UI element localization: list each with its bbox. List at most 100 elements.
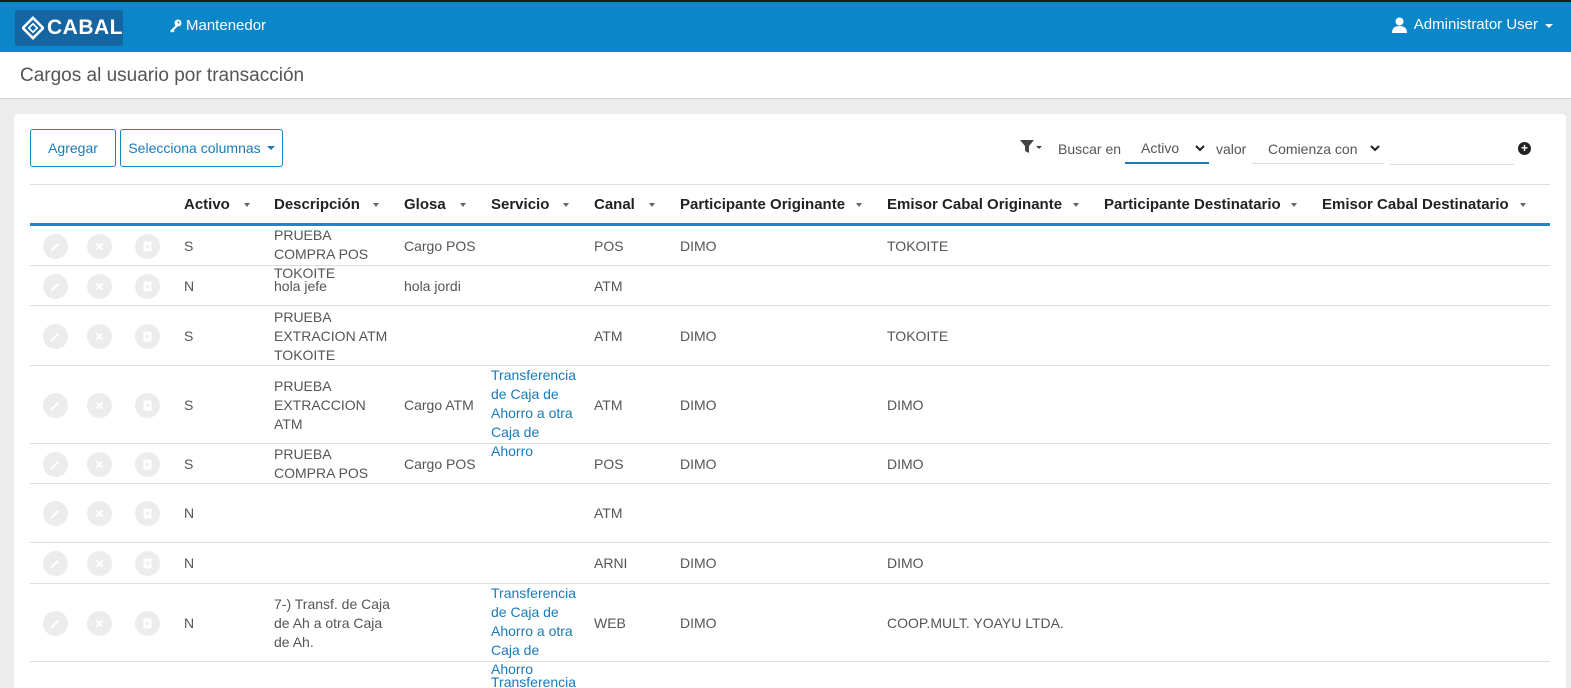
delete-icon[interactable] [87, 393, 112, 418]
edit-icon[interactable] [43, 551, 68, 576]
edit-icon[interactable] [43, 234, 68, 259]
edit-icon[interactable] [43, 611, 68, 636]
search-in-label: Buscar en [1058, 141, 1122, 157]
cell-servicio[interactable]: Transferencia de Caja de Ah [491, 673, 583, 688]
cell-descripcion: PRUEBA EXTRACION ATM TOKOITE [274, 309, 388, 363]
brand-logo[interactable]: CABAL [15, 10, 123, 46]
cell-emisor-orig: TOKOITE [887, 328, 949, 344]
sort-caret-icon[interactable] [1291, 203, 1297, 207]
cell-canal: ATM [594, 278, 623, 294]
match-mode-select[interactable]: Comienza con [1252, 134, 1384, 164]
cell-emisor-orig: TOKOITE [887, 238, 949, 254]
sort-caret-icon[interactable] [649, 203, 655, 207]
cell-part-orig: DIMO [680, 238, 717, 254]
sort-caret-icon[interactable] [244, 203, 250, 207]
add-button[interactable]: Agregar [30, 129, 116, 167]
data-table: Activo Descripción Glosa Servicio Canal Parti… [30, 184, 1550, 688]
edit-icon[interactable] [43, 393, 68, 418]
cell-activo: N [184, 278, 195, 294]
copy-icon[interactable] [135, 551, 160, 576]
table-row[interactable]: Transferencia de Caja de Ah [30, 662, 1550, 688]
cell-activo: N [184, 505, 195, 521]
nav-menu-mantenedor[interactable]: Mantenedor [168, 17, 266, 34]
sort-caret-icon[interactable] [1520, 203, 1526, 207]
edit-icon[interactable] [43, 452, 68, 477]
user-menu[interactable]: Administrator User [1391, 16, 1553, 33]
delete-icon[interactable] [87, 452, 112, 477]
cell-canal: ATM [594, 328, 623, 344]
delete-icon[interactable] [87, 234, 112, 259]
search-field-select[interactable]: Activo [1125, 134, 1209, 164]
sort-caret-icon[interactable] [856, 203, 862, 207]
cell-part-orig: DIMO [680, 456, 717, 472]
copy-icon[interactable] [135, 274, 160, 299]
sort-caret-icon[interactable] [373, 203, 379, 207]
column-header-canal[interactable]: Canal [594, 196, 635, 213]
cell-emisor-orig: DIMO [887, 397, 924, 413]
cell-canal: ATM [594, 505, 623, 521]
filter-icon[interactable] [1020, 140, 1044, 154]
table-body: S PRUEBA COMPRA POS TOKOITE Cargo POS POS DI… [30, 226, 1550, 688]
edit-icon[interactable] [43, 324, 68, 349]
delete-icon[interactable] [87, 551, 112, 576]
cell-descripcion: hola jefe [274, 278, 327, 294]
cell-part-orig: DIMO [680, 555, 717, 571]
add-filter-icon[interactable]: + [1518, 142, 1531, 155]
table-row[interactable]: S PRUEBA COMPRA POS TOKOITE Cargo POS POS DI… [30, 226, 1550, 281]
key-icon [170, 19, 182, 33]
column-header-participante-destinatario[interactable]: Participante Destinatario [1104, 196, 1281, 213]
cell-descripcion: PRUEBA COMPRA POS [274, 446, 369, 481]
table-row[interactable]: S PRUEBA EXTRACCION ATM Cargo ATM Transfere… [30, 366, 1550, 459]
user-icon [1391, 17, 1407, 33]
table-row[interactable]: N ATM [30, 484, 1550, 543]
content-panel: Agregar Selecciona columnas Buscar en Ac… [14, 114, 1566, 688]
table-row[interactable]: S PRUEBA EXTRACION ATM TOKOITE ATM DIMO TOKO… [30, 306, 1550, 366]
edit-icon[interactable] [43, 501, 68, 526]
delete-icon[interactable] [87, 274, 112, 299]
select-columns-button[interactable]: Selecciona columnas [120, 129, 283, 167]
copy-icon[interactable] [135, 324, 160, 349]
copy-icon[interactable] [135, 393, 160, 418]
column-header-descripcion[interactable]: Descripción [274, 196, 360, 213]
column-header-emisor-cabal-originante[interactable]: Emisor Cabal Originante [887, 196, 1062, 213]
table-row[interactable]: Nhola jefe hola jordi ATM [30, 266, 1550, 306]
search-value-input[interactable] [1390, 135, 1514, 165]
cell-activo: S [184, 328, 194, 344]
cell-part-orig: DIMO [680, 615, 717, 631]
page-title: Cargos al usuario por transacción [20, 65, 305, 86]
cell-glosa: hola jordi [404, 278, 461, 294]
cell-canal: WEB [594, 615, 626, 631]
cell-emisor-orig: COOP.MULT. YOAYU LTDA. [887, 615, 1064, 631]
nav-menu-label: Mantenedor [186, 17, 267, 34]
table-row[interactable]: S PRUEBA COMPRA POS Cargo POS POS DIMO DIMO [30, 444, 1550, 484]
search-field-value: Activo [1141, 140, 1180, 156]
sort-caret-icon[interactable] [1073, 203, 1079, 207]
delete-icon[interactable] [87, 611, 112, 636]
table-row[interactable]: N ARNI DIMO DIMO [30, 543, 1550, 584]
table-row[interactable]: N 7-) Transf. de Caja de Ah a otra Caja d… [30, 584, 1550, 677]
cell-descripcion: PRUEBA EXTRACCION ATM [274, 378, 366, 432]
cell-glosa: Cargo ATM [404, 397, 474, 413]
column-header-glosa[interactable]: Glosa [404, 196, 446, 213]
column-header-activo[interactable]: Activo [184, 196, 230, 213]
copy-icon[interactable] [135, 501, 160, 526]
cell-emisor-orig: DIMO [887, 456, 924, 472]
column-header-participante-originante[interactable]: Participante Originante [680, 196, 845, 213]
copy-icon[interactable] [135, 452, 160, 477]
cell-part-orig: DIMO [680, 328, 717, 344]
navbar: CABAL Mantenedor Administrator User [0, 0, 1571, 52]
chevron-down-icon [266, 146, 275, 150]
add-button-label: Agregar [48, 140, 98, 156]
delete-icon[interactable] [87, 324, 112, 349]
cell-activo: S [184, 456, 194, 472]
copy-icon[interactable] [135, 611, 160, 636]
sort-caret-icon[interactable] [460, 203, 466, 207]
column-header-servicio[interactable]: Servicio [491, 196, 549, 213]
delete-icon[interactable] [87, 501, 112, 526]
brand-name: CABAL [47, 16, 123, 39]
sort-caret-icon[interactable] [563, 203, 569, 207]
copy-icon[interactable] [135, 234, 160, 259]
cell-canal: POS [594, 456, 624, 472]
column-header-emisor-cabal-destinatario[interactable]: Emisor Cabal Destinatario [1322, 196, 1509, 213]
edit-icon[interactable] [43, 274, 68, 299]
